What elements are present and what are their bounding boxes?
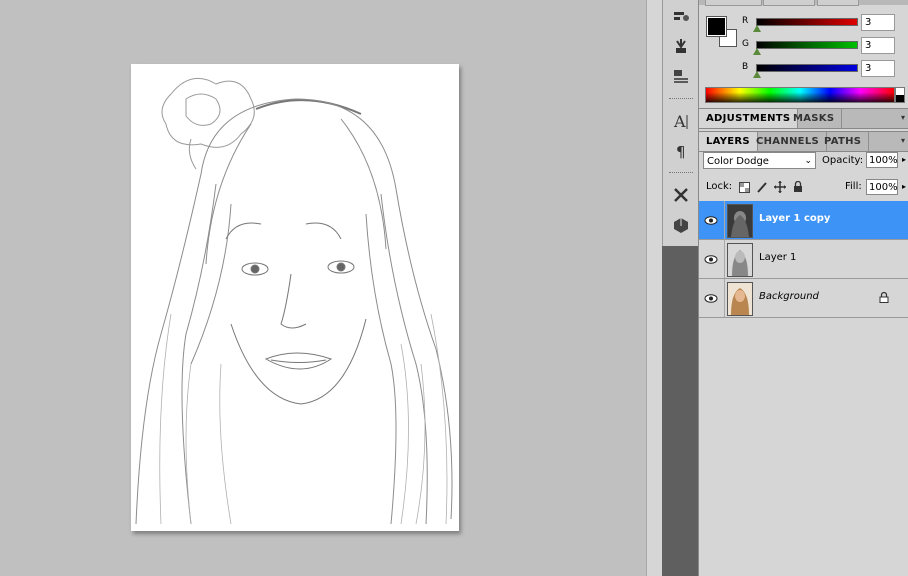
panel-menu-icon[interactable]: ▾ [901, 136, 905, 145]
dock-grip[interactable] [669, 172, 693, 175]
lock-transparent-icon[interactable] [738, 181, 750, 193]
green-slider-thumb[interactable] [753, 48, 761, 55]
visibility-eye-icon[interactable] [701, 250, 721, 268]
opacity-arrow-icon[interactable]: ▸ [902, 155, 906, 164]
chevron-down-icon: ⌄ [804, 156, 812, 166]
red-value-field[interactable]: 3 [861, 14, 895, 31]
red-channel-label: R [742, 16, 749, 26]
visibility-eye-icon[interactable] [701, 211, 721, 229]
opacity-field[interactable]: 100% [866, 152, 898, 168]
opacity-label: Opacity: [822, 155, 864, 166]
tool-presets-icon[interactable] [667, 63, 695, 89]
tab-masks[interactable]: MASKS [786, 109, 843, 128]
fill-label: Fill: [845, 181, 862, 192]
foreground-color-swatch[interactable] [706, 16, 727, 37]
layer-row-background[interactable]: Background [699, 279, 908, 318]
lock-all-icon[interactable] [792, 181, 804, 193]
layers-empty-area [699, 318, 908, 576]
3d-icon[interactable] [667, 212, 695, 238]
layer-thumbnail [727, 204, 753, 238]
red-slider[interactable] [756, 18, 858, 26]
blue-slider-thumb[interactable] [753, 71, 761, 78]
blue-channel-label: B [742, 62, 749, 72]
clone-source-icon[interactable] [667, 33, 695, 59]
tab-channels[interactable]: CHANNELS [749, 132, 827, 151]
lock-position-move-icon[interactable] [774, 181, 786, 193]
layer-name[interactable]: Layer 1 [759, 252, 796, 263]
blue-value-field[interactable]: 3 [861, 60, 895, 77]
green-value-field[interactable]: 3 [861, 37, 895, 54]
red-slider-thumb[interactable] [753, 25, 761, 32]
layer-name[interactable]: Background [759, 291, 819, 302]
pencil-sketch-image [131, 64, 459, 531]
svg-text:A: A [673, 112, 686, 131]
blue-slider[interactable] [756, 64, 858, 72]
adjustments-tabbar: ADJUSTMENTS MASKS ▾ [699, 108, 908, 129]
layer-row-layer-1[interactable]: Layer 1 [699, 240, 908, 279]
layer-thumbnail [727, 282, 753, 316]
blend-mode-select[interactable]: Color Dodge ⌄ [703, 152, 816, 169]
paragraph-icon[interactable]: ¶ [667, 138, 695, 164]
fill-arrow-icon[interactable]: ▸ [902, 182, 906, 191]
visibility-eye-icon[interactable] [701, 289, 721, 307]
document-canvas[interactable] [131, 64, 459, 531]
layers-tabbar: LAYERS CHANNELS PATHS ▾ [699, 131, 908, 152]
black-white-swatch[interactable] [895, 87, 905, 103]
brushes-icon[interactable] [667, 3, 695, 29]
fill-field[interactable]: 100% [866, 179, 898, 195]
lock-label: Lock: [706, 181, 733, 192]
panel-divider[interactable] [646, 0, 663, 576]
color-spectrum-bar[interactable] [705, 87, 895, 103]
panel-menu-icon[interactable]: ▾ [901, 113, 905, 122]
canvas-area[interactable] [0, 0, 646, 576]
dock-empty-area [662, 246, 698, 576]
dock-grip[interactable] [669, 98, 693, 101]
panels-column: R 3 G 3 B 3 ADJUSTMENTS MASKS ▾ LAYERS C… [698, 0, 908, 576]
layer-lock-icon [879, 291, 889, 306]
green-channel-label: G [742, 39, 749, 49]
layer-thumbnail [727, 243, 753, 277]
lock-pixels-brush-icon[interactable] [756, 181, 768, 193]
svg-text:¶: ¶ [676, 143, 686, 161]
character-icon[interactable]: A [667, 108, 695, 134]
layer-name[interactable]: Layer 1 copy [759, 213, 830, 224]
green-slider[interactable] [756, 41, 858, 49]
tab-adjustments[interactable]: ADJUSTMENTS [699, 109, 799, 128]
color-tabs-strip[interactable] [699, 0, 908, 6]
tab-paths[interactable]: PATHS [817, 132, 870, 151]
blend-mode-value: Color Dodge [707, 156, 769, 167]
layer-row-layer-1-copy[interactable]: Layer 1 copy [699, 201, 908, 240]
tools-crossed-icon[interactable] [667, 182, 695, 208]
